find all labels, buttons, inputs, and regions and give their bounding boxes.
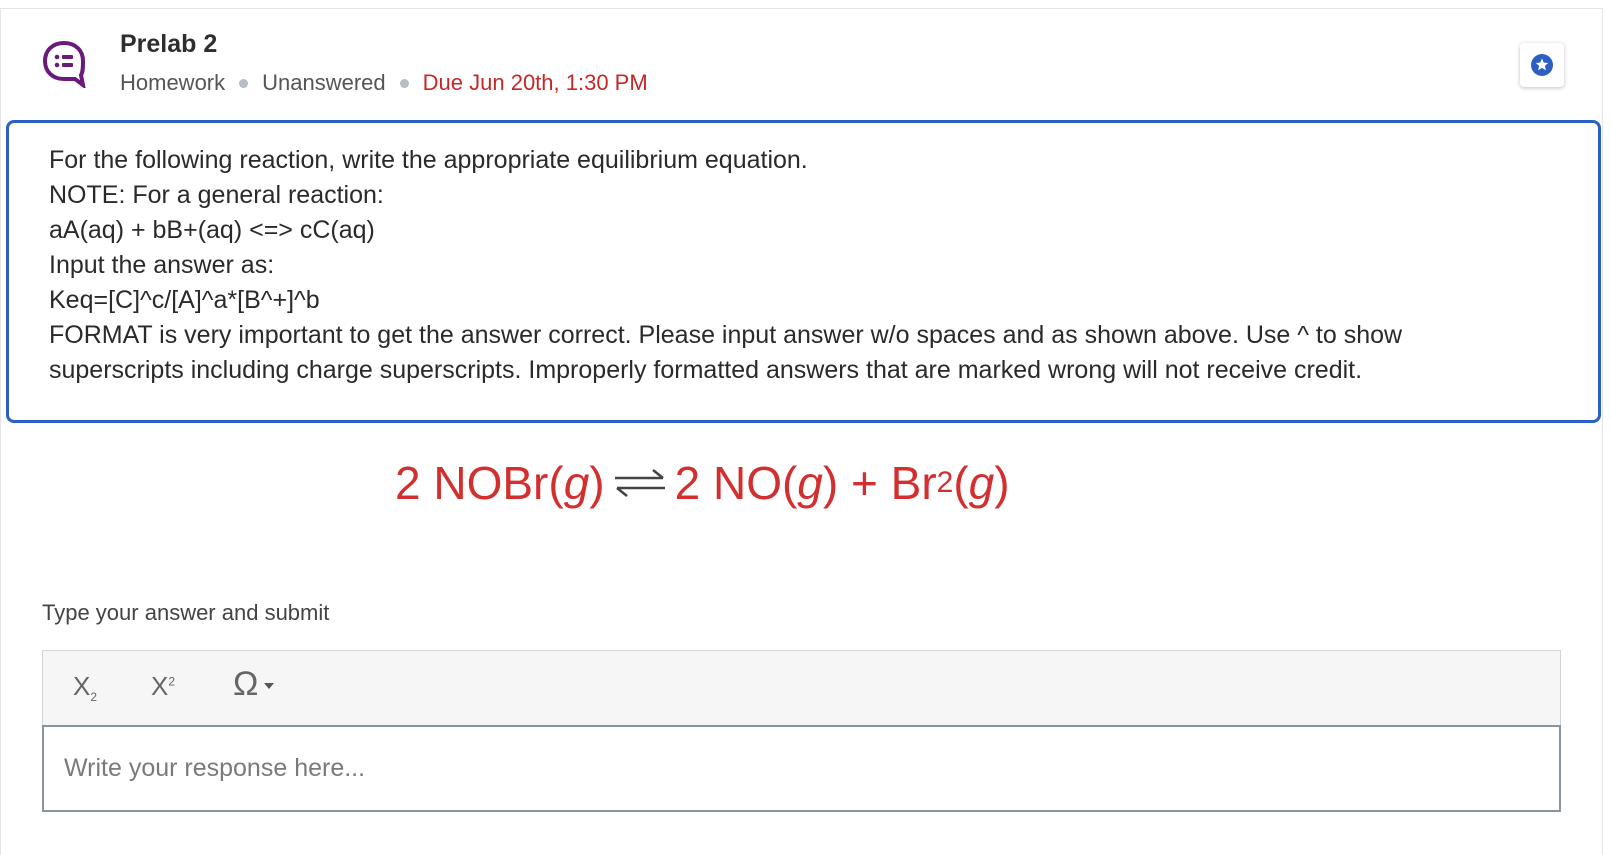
response-input[interactable] [42, 725, 1561, 812]
question-type: Homework [120, 70, 226, 95]
chevron-down-icon [264, 683, 275, 690]
subscript-icon: X [73, 671, 91, 701]
question-title: Prelab 2 [120, 30, 218, 58]
separator-dot [239, 78, 249, 88]
question-meta: Homework Unanswered Due Jun 20th, 1:30 P… [120, 70, 648, 96]
due-date: Due Jun 20th, 1:30 PM [422, 70, 648, 95]
chat-bubble-list-icon [42, 40, 86, 88]
answer-status: Unanswered [262, 70, 386, 95]
reactant-text: 2 NOBr( [395, 457, 564, 509]
question-line: FORMAT is very important to get the answ… [49, 321, 1403, 349]
superscript-icon: X [151, 671, 169, 701]
subscript-button[interactable]: X2 [73, 671, 97, 704]
omega-icon: Ω [233, 665, 259, 703]
separator-dot [399, 78, 409, 88]
product-paren: ( [953, 457, 969, 509]
superscript-icon-small: 2 [168, 674, 176, 689]
product-text: 2 NO( [674, 457, 798, 509]
superscript-button[interactable]: X2 [151, 671, 175, 702]
favorite-button[interactable] [1520, 43, 1564, 87]
gas-state-label: g [968, 457, 995, 509]
answer-label: Type your answer and submit [42, 600, 330, 625]
question-line: aA(aq) + bB+(aq) <=> cC(aq) [49, 216, 375, 244]
special-characters-button[interactable]: Ω [233, 665, 275, 704]
reactant-close: ) [589, 457, 605, 509]
question-text-box: For the following reaction, write the ap… [6, 120, 1601, 423]
question-line: For the following reaction, write the ap… [49, 146, 808, 174]
subscript-icon-small: 2 [90, 690, 98, 705]
subscript-number: 2 [936, 466, 954, 499]
gas-state-label: g [797, 457, 823, 509]
product-close: ) [994, 457, 1010, 509]
reaction-equation-image: 2 NOBr(g) 2 NO(g) + Br 2(g) [395, 456, 1010, 510]
product-text-cont: ) + Br [822, 457, 937, 509]
equilibrium-arrows-icon [614, 469, 665, 497]
question-line: Input the answer as: [49, 251, 275, 279]
gas-state-label: g [563, 457, 590, 509]
star-icon [1531, 54, 1553, 76]
question-line: Keq=[C]^c/[A]^a*[B^+]^b [49, 286, 320, 314]
question-line: superscripts including charge superscrip… [49, 356, 1363, 384]
question-line: NOTE: For a general reaction: [49, 181, 384, 209]
editor-toolbar: X2 X2 Ω [42, 650, 1561, 725]
